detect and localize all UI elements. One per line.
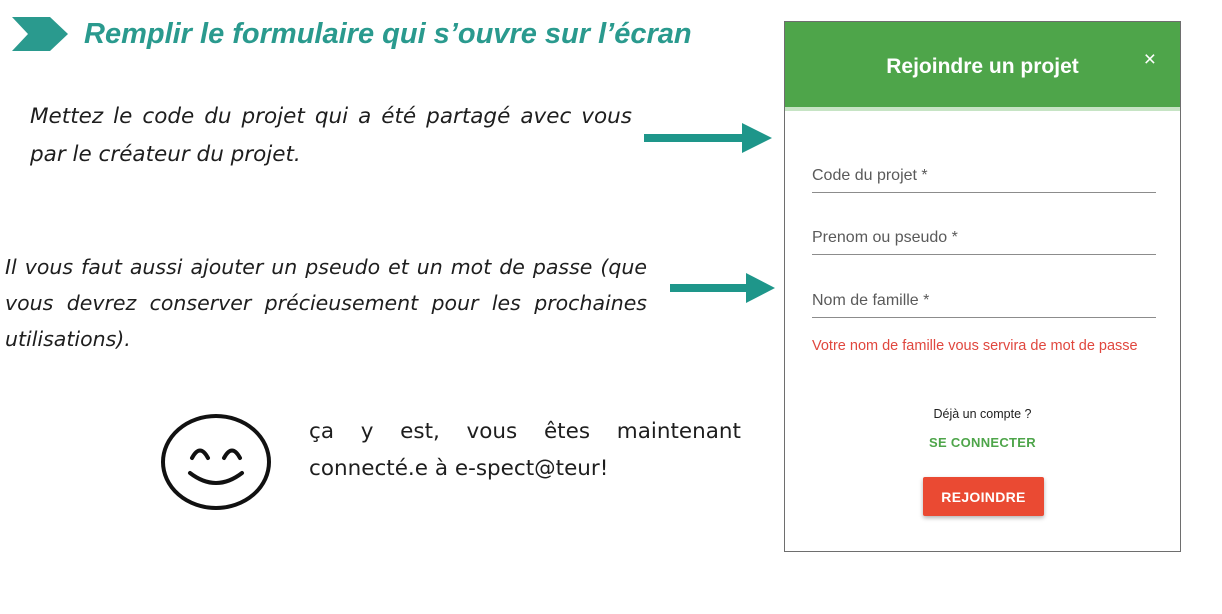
pseudo-field[interactable]: Prenom ou pseudo * bbox=[812, 229, 1156, 255]
smiley-icon bbox=[161, 414, 271, 510]
instruction-pseudo-paragraph: Il vous faut aussi ajouter un pseudo et … bbox=[5, 255, 647, 351]
last-name-label: Nom de famille * bbox=[812, 292, 930, 309]
dialog-header: Rejoindre un projet × bbox=[785, 22, 1180, 111]
heading-text: Remplir le formulaire qui s’ouvre sur l’… bbox=[84, 17, 692, 50]
close-icon[interactable]: × bbox=[1144, 49, 1156, 70]
arrow-right-icon bbox=[644, 123, 772, 153]
join-button[interactable]: REJOINDRE bbox=[923, 477, 1044, 516]
last-name-field[interactable]: Nom de famille * bbox=[812, 292, 1156, 318]
already-account-text: Déjà un compte ? bbox=[933, 407, 1032, 421]
join-project-dialog: Rejoindre un projet × Code du projet * P… bbox=[784, 21, 1181, 552]
instruction-code-paragraph: Mettez le code du projet qui a été parta… bbox=[30, 104, 632, 167]
section-heading: Remplir le formulaire qui s’ouvre sur l’… bbox=[12, 12, 692, 56]
dialog-title: Rejoindre un projet bbox=[886, 55, 1079, 78]
arrow-right-icon bbox=[670, 273, 775, 303]
success-message: ça y est, vous êtes maintenant connecté.… bbox=[309, 419, 741, 481]
login-link[interactable]: SE CONNECTER bbox=[785, 435, 1180, 450]
project-code-field[interactable]: Code du projet * bbox=[812, 167, 1156, 193]
chevron-right-icon bbox=[12, 17, 68, 51]
password-hint: Votre nom de famille vous servira de mot… bbox=[812, 338, 1138, 354]
project-code-label: Code du projet * bbox=[812, 167, 928, 184]
pseudo-label: Prenom ou pseudo * bbox=[812, 229, 958, 246]
